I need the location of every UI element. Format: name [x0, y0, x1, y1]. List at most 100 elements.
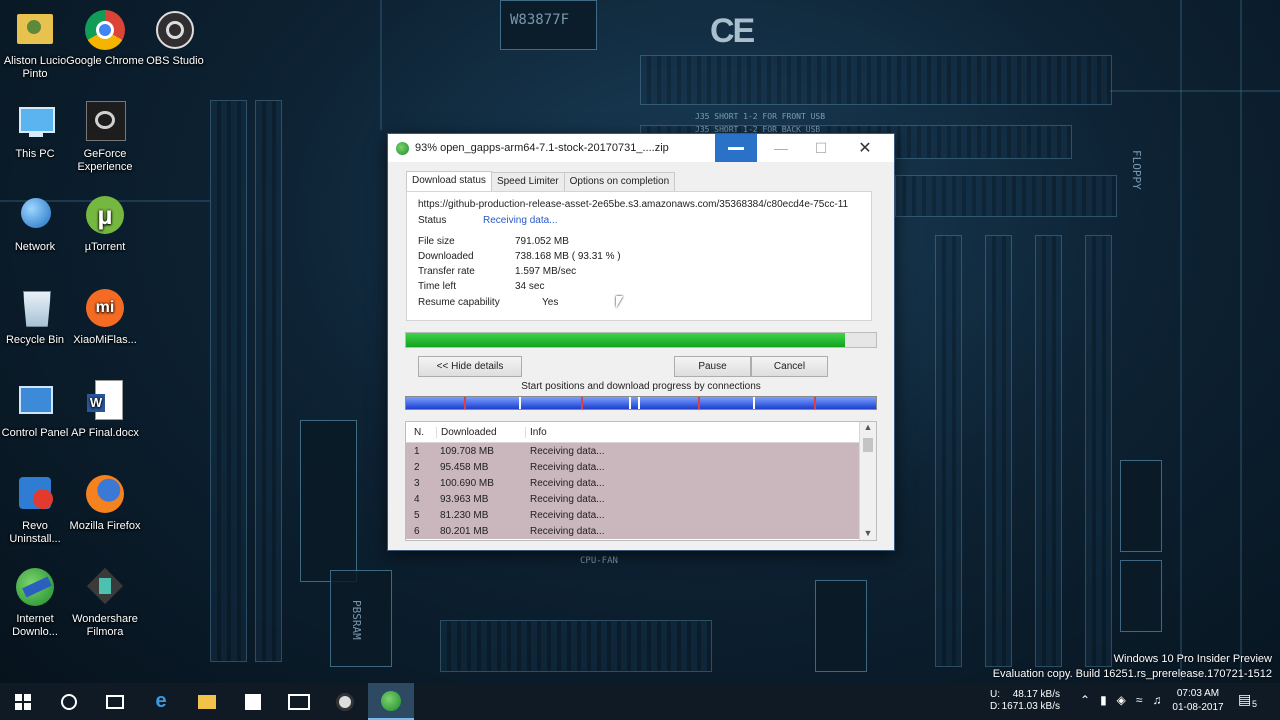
- column-header-info[interactable]: Info: [526, 427, 876, 438]
- task-view-button[interactable]: [92, 683, 138, 720]
- desktop-icon-control-panel[interactable]: Control Panel: [0, 380, 75, 440]
- taskbar-obs[interactable]: [322, 683, 368, 720]
- volume-icon[interactable]: ♫: [1153, 693, 1162, 707]
- table-row[interactable]: 3 100.690 MB Receiving data...: [406, 475, 876, 491]
- network-tray-icon[interactable]: ◈: [1117, 693, 1126, 707]
- search-circle-icon: [61, 693, 77, 710]
- download-progress-window[interactable]: 93% open_gapps-arm64-7.1-stock-20170731_…: [387, 133, 895, 551]
- action-center-button[interactable]: ▤ 5: [1238, 691, 1266, 713]
- table-row[interactable]: 2 95.458 MB Receiving data...: [406, 459, 876, 475]
- download-progress-bar: [405, 332, 877, 348]
- upload-label: U:: [990, 689, 1000, 700]
- close-button[interactable]: ✕: [845, 134, 885, 162]
- watermark-line2: Evaluation copy. Build 16251.rs_prerelea…: [992, 668, 1272, 680]
- taskbar-idm[interactable]: [368, 683, 414, 720]
- tab-speed-limiter[interactable]: Speed Limiter: [490, 172, 565, 192]
- mail-icon: [288, 693, 310, 710]
- taskbar-file-explorer[interactable]: [184, 683, 230, 720]
- icon-label: GeForce Experience: [77, 148, 133, 173]
- cancel-button[interactable]: Cancel: [751, 356, 828, 377]
- desktop-icon-utorrent[interactable]: µ µTorrent: [65, 194, 145, 254]
- desktop-icon-firefox[interactable]: Mozilla Firefox: [65, 473, 145, 533]
- recycle-bin-icon: [13, 287, 57, 331]
- table-row[interactable]: 4 93.963 MB Receiving data...: [406, 491, 876, 507]
- title-bar[interactable]: 93% open_gapps-arm64-7.1-stock-20170731_…: [388, 134, 894, 162]
- battery-icon[interactable]: ▮: [1100, 693, 1107, 707]
- desktop-icon-xiaomi[interactable]: mi XiaoMiFlas...: [65, 287, 145, 347]
- table-row[interactable]: 6 80.201 MB Receiving data...: [406, 523, 876, 539]
- filmora-icon: [83, 566, 127, 610]
- column-header-downloaded[interactable]: Downloaded: [436, 426, 526, 438]
- clock-date: 01-08-2017: [1172, 702, 1224, 713]
- scroll-up-icon[interactable]: ▲: [860, 422, 876, 436]
- table-header: N. Downloaded Info: [406, 422, 876, 443]
- clock[interactable]: 07:03 AM 01-08-2017: [1168, 687, 1228, 715]
- column-header-n[interactable]: N.: [406, 427, 436, 438]
- control-panel-icon: [13, 380, 57, 424]
- desktop-icon-user-folder[interactable]: Aliston Lucio Pinto: [0, 8, 75, 81]
- icon-label: XiaoMiFlas...: [73, 334, 137, 346]
- desktop-icon-idm[interactable]: Internet Downlo...: [0, 566, 75, 639]
- cell-info: Receiving data...: [530, 461, 605, 473]
- cell-n: 3: [414, 477, 420, 489]
- downloaded-value: 738.168 MB ( 93.31 % ): [515, 251, 621, 262]
- maximize-button[interactable]: ☐: [801, 134, 841, 162]
- taskbar-store[interactable]: [230, 683, 276, 720]
- desktop-icon-geforce[interactable]: GeForce Experience: [65, 101, 145, 174]
- geforce-icon: [83, 101, 127, 145]
- taskbar-mail[interactable]: [276, 683, 322, 720]
- icon-label: Aliston Lucio Pinto: [3, 55, 67, 80]
- minimize-icon: —: [774, 140, 788, 156]
- taskbar-edge[interactable]: e: [138, 683, 184, 720]
- table-row[interactable]: 1 109.708 MB Receiving data...: [406, 443, 876, 459]
- tab-download-status[interactable]: Download status: [406, 171, 492, 191]
- tray-icons: ⌃ ▮ ◈ ≈ ♫: [1080, 693, 1162, 707]
- board-label: CPU-FAN: [580, 556, 618, 566]
- connections-label: Start positions and download progress by…: [521, 381, 761, 392]
- desktop-icon-this-pc[interactable]: This PC: [0, 101, 75, 161]
- cell-n: 2: [414, 461, 420, 473]
- icon-label: Control Panel: [1, 427, 69, 439]
- minimize-button[interactable]: —: [761, 134, 801, 162]
- table-row[interactable]: 5 81.230 MB Receiving data...: [406, 507, 876, 523]
- download-speed: 1671.03 kB/s: [1001, 701, 1060, 712]
- desktop-icon-network[interactable]: Network: [0, 194, 75, 254]
- revo-icon: [13, 473, 57, 517]
- notification-count: 5: [1252, 699, 1258, 709]
- desktop-icon-recycle-bin[interactable]: Recycle Bin: [0, 287, 75, 347]
- cell-downloaded: 109.708 MB: [440, 445, 494, 457]
- icon-label: OBS Studio: [146, 55, 204, 67]
- idm-tray-button[interactable]: [715, 134, 757, 162]
- pause-button[interactable]: Pause: [674, 356, 751, 377]
- icon-label: µTorrent: [84, 241, 126, 253]
- connections-table[interactable]: N. Downloaded Info 1 109.708 MB Receiving …: [405, 421, 877, 541]
- download-label: D:: [990, 701, 1000, 712]
- connections-progress-bar: [405, 396, 877, 410]
- tab-strip: Download status Speed Limiter Options on…: [406, 171, 676, 192]
- scroll-thumb[interactable]: [863, 438, 873, 452]
- table-scrollbar[interactable]: ▲ ▼: [859, 422, 876, 540]
- chevron-up-icon[interactable]: ⌃: [1080, 693, 1090, 707]
- connection-marker: [629, 397, 631, 409]
- minimize-to-tray-icon: [728, 146, 744, 150]
- desktop-icon-chrome[interactable]: Google Chrome: [65, 8, 145, 68]
- hide-details-button[interactable]: << Hide details: [418, 356, 522, 377]
- wifi-icon[interactable]: ≈: [1136, 693, 1143, 707]
- network-icon: [13, 194, 57, 238]
- status-row: Status Receiving data...: [418, 215, 558, 226]
- edge-icon: e: [155, 690, 167, 712]
- desktop-icon-word-doc[interactable]: W AP Final.docx: [65, 380, 145, 440]
- tab-options-on-completion[interactable]: Options on completion: [563, 172, 676, 192]
- scroll-down-icon[interactable]: ▼: [860, 528, 876, 538]
- cortana-button[interactable]: [46, 683, 92, 720]
- start-button[interactable]: [0, 683, 46, 720]
- file-size-row: File size 791.052 MB: [418, 236, 569, 247]
- download-url: https://github-production-release-asset-…: [418, 199, 849, 210]
- desktop-icon-revo[interactable]: Revo Uninstall...: [0, 473, 75, 546]
- desktop-icon-obs[interactable]: OBS Studio: [135, 8, 215, 68]
- icon-label: Wondershare Filmora: [72, 613, 138, 638]
- desktop-icon-filmora[interactable]: Wondershare Filmora: [65, 566, 145, 639]
- status-label: Status: [418, 215, 447, 226]
- connection-marker: [464, 397, 466, 409]
- connection-marker: [698, 397, 700, 409]
